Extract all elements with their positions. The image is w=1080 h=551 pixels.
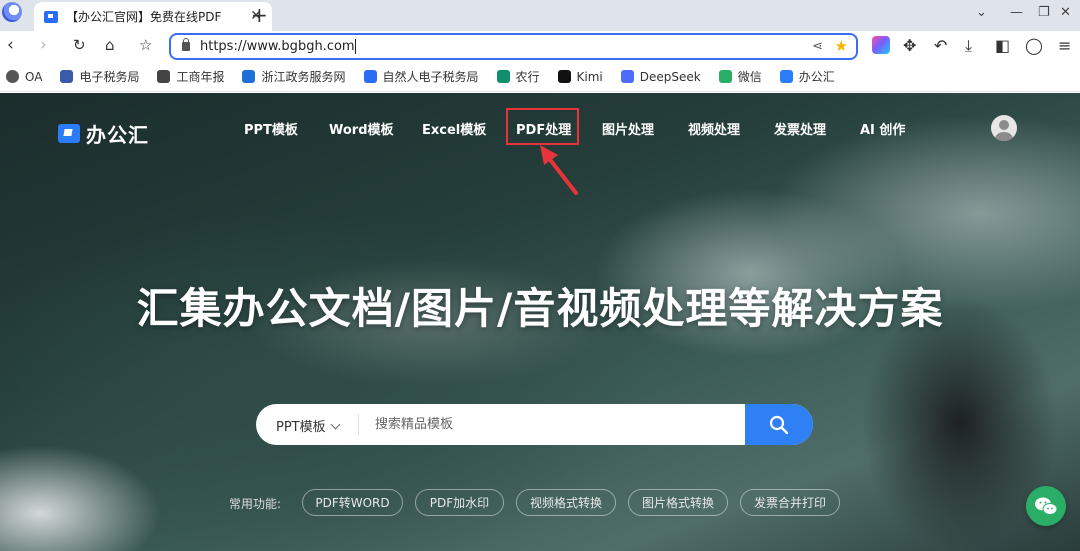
- bookmark-item[interactable]: OA: [6, 70, 42, 84]
- logo-text: 办公汇: [86, 123, 149, 147]
- tax-icon: [60, 70, 74, 83]
- bookmark-label: OA: [25, 69, 43, 84]
- address-bar[interactable]: https://www.bgbgh.com ⋖ ★: [169, 33, 858, 60]
- search-button[interactable]: [745, 404, 813, 445]
- extensions-icon[interactable]: ✥: [903, 36, 916, 55]
- reload-icon[interactable]: ↻: [73, 36, 86, 54]
- bookmark-item[interactable]: 办公汇: [779, 68, 835, 85]
- bookmark-item[interactable]: DeepSeek: [620, 69, 701, 84]
- tab-strip: 【办公汇官网】免费在线PDF ✕ + ⌄ — ❐ ✕: [0, 0, 1080, 31]
- bookmark-item[interactable]: Kimi: [557, 69, 603, 84]
- kimi-icon: [557, 70, 571, 83]
- bookmark-label: 微信: [737, 70, 762, 84]
- tax-person-icon: [363, 70, 377, 83]
- deepseek-icon: [620, 70, 634, 83]
- bookmark-label: Kimi: [576, 69, 603, 84]
- search-bar: PPT模板: [256, 404, 813, 445]
- nav-invoice-processing[interactable]: 发票处理: [774, 119, 826, 138]
- browser-logo-icon[interactable]: [2, 2, 22, 22]
- search-icon: [769, 415, 789, 435]
- bookmark-item[interactable]: 电子税务局: [60, 68, 139, 85]
- tab-title: 【办公汇官网】免费在线PDF: [66, 10, 222, 24]
- quick-link-pdf-watermark[interactable]: PDF加水印: [415, 489, 504, 516]
- bookmark-item[interactable]: 微信: [718, 68, 762, 85]
- bookmark-label: 浙江政务服务网: [261, 70, 346, 84]
- back-icon[interactable]: ‹: [7, 35, 14, 55]
- bookmark-star-icon[interactable]: ☆: [139, 36, 152, 54]
- browser-toolbar: ‹ › ↻ ⌂ ☆ https://www.bgbgh.com ⋖ ★ ✥ ↶ …: [0, 31, 1080, 62]
- search-category-dropdown[interactable]: PPT模板: [276, 416, 341, 435]
- quick-link-pdf-to-word[interactable]: PDF转WORD: [302, 489, 403, 516]
- quick-link-video-convert[interactable]: 视频格式转换: [516, 489, 616, 516]
- bookmark-label: 电子税务局: [79, 70, 140, 84]
- bookmark-item[interactable]: 浙江政务服务网: [242, 68, 346, 85]
- restore-icon[interactable]: ❐: [1038, 5, 1050, 20]
- search-input[interactable]: [359, 404, 745, 445]
- share-icon[interactable]: ⋖: [812, 39, 823, 54]
- url-text[interactable]: https://www.bgbgh.com: [200, 39, 356, 54]
- close-window-icon[interactable]: ✕: [1060, 5, 1071, 20]
- ai-extension-icon[interactable]: [872, 36, 890, 54]
- download-icon[interactable]: ⤓: [965, 36, 972, 56]
- new-tab-icon[interactable]: +: [251, 3, 268, 27]
- home-icon[interactable]: ⌂: [105, 36, 115, 54]
- annotation-arrow-icon: [540, 145, 578, 195]
- nav-word-templates[interactable]: Word模板: [329, 119, 394, 138]
- bookmarked-star-icon[interactable]: ★: [835, 37, 848, 55]
- wechat-float-button[interactable]: [1026, 486, 1066, 526]
- site-logo[interactable]: 办公汇: [58, 119, 149, 148]
- hero-title: 汇集办公文档/图片/音视频处理等解决方案: [136, 284, 944, 333]
- nav-video-processing[interactable]: 视频处理: [688, 119, 740, 138]
- quick-link-image-convert[interactable]: 图片格式转换: [628, 489, 728, 516]
- tab-list-chevron-icon[interactable]: ⌄: [976, 5, 987, 20]
- building-icon: [157, 70, 171, 83]
- wechat-icon: [1035, 497, 1058, 515]
- bookmarks-bar: OA 电子税务局 工商年报 浙江政务服务网 自然人电子税务局 农行 Kimi DeepSeek…: [0, 62, 1080, 92]
- sidebar-toggle-icon[interactable]: ◧: [995, 36, 1010, 55]
- bookmark-item[interactable]: 自然人电子税务局: [363, 68, 479, 85]
- forward-icon[interactable]: ›: [40, 35, 47, 55]
- quick-link-invoice-merge[interactable]: 发票合并打印: [740, 489, 840, 516]
- profile-icon[interactable]: ◯: [1025, 36, 1043, 55]
- gov-icon: [242, 70, 256, 83]
- undo-icon[interactable]: ↶: [934, 36, 947, 55]
- bookmark-label: DeepSeek: [639, 69, 701, 84]
- bgh-icon: [779, 70, 793, 83]
- wechat-icon: [718, 70, 732, 83]
- chevron-down-icon: [330, 419, 341, 430]
- nav-ppt-templates[interactable]: PPT模板: [244, 119, 298, 138]
- bookmark-item[interactable]: 农行: [496, 68, 540, 85]
- quick-links-label: 常用功能:: [229, 497, 282, 511]
- lock-icon[interactable]: [182, 38, 190, 51]
- bookmark-item[interactable]: 工商年报: [157, 68, 224, 85]
- browser-tab[interactable]: 【办公汇官网】免费在线PDF ✕: [34, 2, 272, 31]
- nav-image-processing[interactable]: 图片处理: [602, 119, 654, 138]
- nav-ai-creation[interactable]: AI 创作: [860, 119, 905, 138]
- bookmark-label: 农行: [515, 70, 540, 84]
- logo-icon: [58, 124, 80, 143]
- bookmark-label: 办公汇: [798, 70, 835, 84]
- minimize-icon[interactable]: —: [1010, 5, 1023, 20]
- globe-icon: [6, 70, 19, 83]
- annotation-highlight-box: [506, 108, 579, 145]
- more-menu-icon[interactable]: ≡: [1058, 36, 1071, 55]
- nav-excel-templates[interactable]: Excel模板: [422, 119, 486, 138]
- site-favicon-icon: [44, 10, 58, 23]
- bookmark-label: 工商年报: [176, 70, 225, 84]
- hero-section: 办公汇 PPT模板 Word模板 Excel模板 PDF处理 图片处理 视频处理…: [0, 93, 1080, 551]
- bank-icon: [496, 70, 510, 83]
- bookmark-label: 自然人电子税务局: [382, 70, 479, 84]
- user-avatar[interactable]: [991, 115, 1017, 141]
